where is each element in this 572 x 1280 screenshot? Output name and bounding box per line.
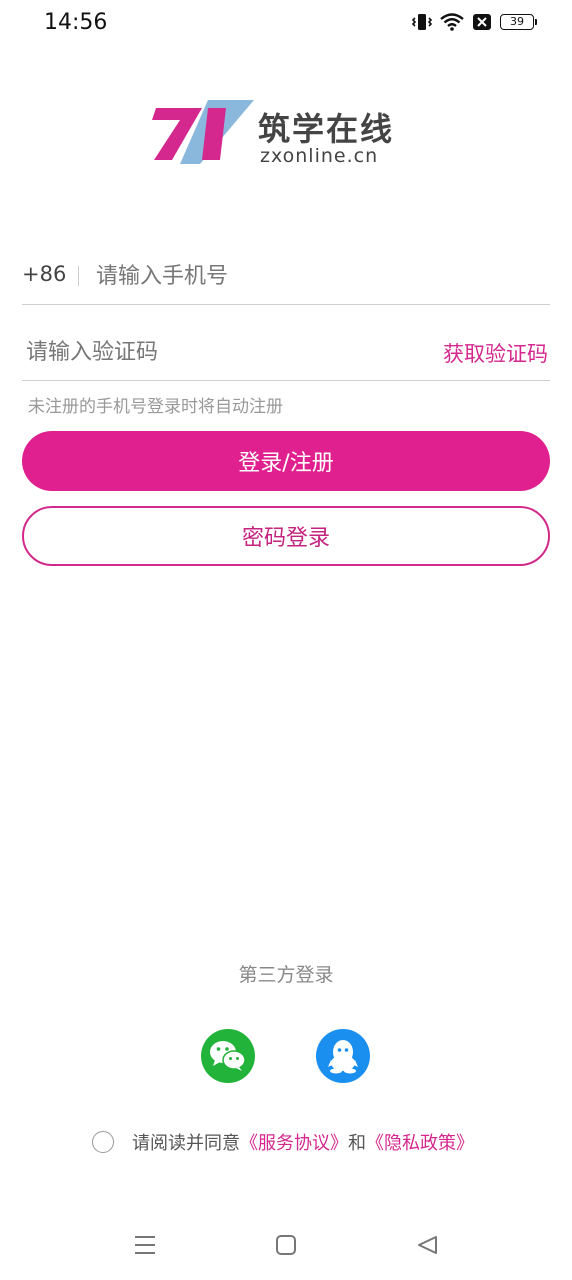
third-party-title: 第三方登录 (238, 964, 334, 986)
privacy-policy-link[interactable]: 《隐私政策》 (366, 1129, 474, 1155)
code-row: 获取验证码 (22, 326, 550, 381)
status-icons: 39 (412, 13, 537, 31)
vibrate-icon (412, 13, 432, 31)
zx-logo-icon (152, 100, 254, 164)
country-code[interactable]: +86 (22, 262, 66, 286)
agreement-row: 请阅读并同意 《服务协议》 和 《隐私政策》 (92, 1128, 474, 1156)
notification-close-icon (472, 13, 492, 31)
verification-code-input[interactable] (24, 332, 368, 372)
get-code-button[interactable]: 获取验证码 (443, 338, 548, 368)
home-icon[interactable] (276, 1235, 296, 1255)
agreement-and: 和 (348, 1133, 366, 1154)
wifi-icon (440, 13, 464, 31)
brand-domain: zxonline.cn (260, 145, 379, 167)
auto-register-hint: 未注册的手机号登录时将自动注册 (28, 397, 283, 417)
status-bar: 14:56 39 (0, 0, 572, 52)
brand-title: 筑学在线 (258, 110, 395, 148)
agreement-checkbox[interactable] (92, 1131, 114, 1153)
back-icon[interactable] (416, 1235, 438, 1255)
password-login-button[interactable]: 密码登录 (22, 506, 550, 566)
phone-input[interactable] (94, 256, 538, 296)
system-nav-bar (0, 1215, 572, 1275)
service-agreement-link[interactable]: 《服务协议》 (240, 1129, 348, 1155)
menu-icon[interactable] (134, 1235, 156, 1255)
status-time: 14:56 (44, 10, 108, 35)
phone-row: +86 (22, 250, 550, 305)
brand-logo: 筑学在线 zxonline.cn (150, 100, 430, 170)
wechat-login-button[interactable] (201, 1029, 255, 1083)
divider (78, 266, 79, 286)
agreement-prefix: 请阅读并同意 (132, 1133, 240, 1154)
qq-login-button[interactable] (316, 1029, 370, 1083)
qq-icon (328, 1040, 358, 1074)
login-register-button[interactable]: 登录/注册 (22, 431, 550, 491)
battery-icon: 39 (500, 14, 537, 30)
wechat-icon (210, 1041, 246, 1071)
